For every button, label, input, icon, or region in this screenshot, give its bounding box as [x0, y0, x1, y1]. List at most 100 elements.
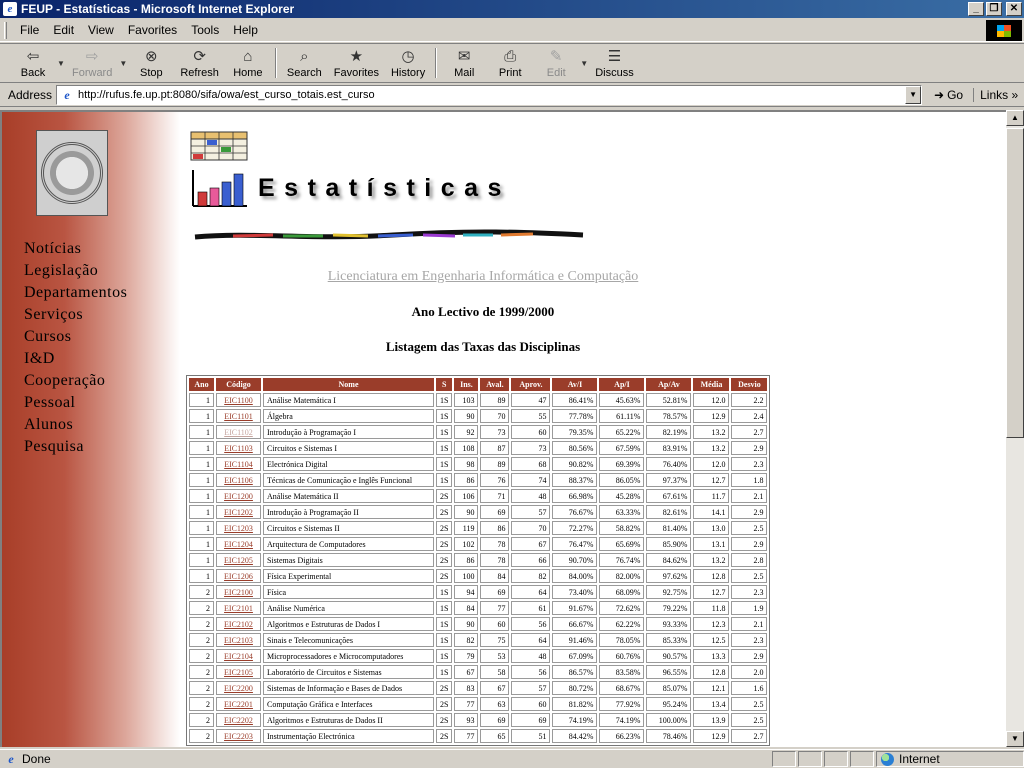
- nav-alunos[interactable]: Alunos: [24, 414, 127, 436]
- nav-noticias[interactable]: Notícias: [24, 238, 127, 260]
- table-cell: 14.1: [693, 505, 730, 519]
- mail-button[interactable]: ✉ Mail: [441, 44, 487, 82]
- go-button[interactable]: ➜ Go: [928, 88, 969, 102]
- table-row: 2 EIC2101 Análise Numérica 1S 84 77 61 91.67% 72…: [189, 601, 768, 615]
- back-button[interactable]: ⇦ Back: [10, 44, 56, 82]
- nav-cooperacao[interactable]: Cooperação: [24, 370, 127, 392]
- menu-view[interactable]: View: [81, 21, 121, 39]
- course-code-link[interactable]: EIC1102: [224, 428, 253, 437]
- course-link[interactable]: Licenciatura em Engenharia Informática e…: [185, 269, 781, 285]
- scroll-thumb[interactable]: [1006, 128, 1024, 438]
- table-cell: 98: [454, 457, 479, 471]
- forward-button[interactable]: ⇨ Forward: [66, 44, 118, 82]
- course-code-link[interactable]: EIC2202: [224, 716, 253, 725]
- history-button[interactable]: ◷ History: [385, 44, 431, 82]
- course-code-link[interactable]: EIC1104: [224, 460, 253, 469]
- course-code-link[interactable]: EIC1101: [224, 412, 253, 421]
- nav-cursos[interactable]: Cursos: [24, 326, 127, 348]
- table-cell: 2.5: [731, 521, 768, 535]
- course-code-link[interactable]: EIC1106: [224, 476, 253, 485]
- table-cell: 87: [480, 441, 510, 455]
- menu-file[interactable]: File: [13, 21, 46, 39]
- table-cell: EIC1202: [216, 505, 261, 519]
- nav-legislacao[interactable]: Legislação: [24, 260, 127, 282]
- nav-servicos[interactable]: Serviços: [24, 304, 127, 326]
- table-cell: 45.28%: [599, 489, 645, 503]
- course-code-link[interactable]: EIC1205: [224, 556, 253, 565]
- table-cell: 1: [189, 537, 214, 551]
- table-cell: 11.8: [693, 601, 730, 615]
- course-code-link[interactable]: EIC2100: [224, 588, 253, 597]
- table-cell: 74.19%: [552, 713, 598, 727]
- table-cell: Técnicas de Comunicação e Inglês Funcion…: [263, 473, 434, 487]
- menu-tools[interactable]: Tools: [184, 21, 226, 39]
- table-cell: 1: [189, 569, 214, 583]
- col-aval: Aval.: [480, 378, 510, 391]
- favorites-button[interactable]: ★ Favorites: [328, 44, 385, 82]
- search-button[interactable]: ⌕ Search: [281, 44, 328, 82]
- table-cell: 89: [480, 393, 510, 407]
- course-code-link[interactable]: EIC1204: [224, 540, 253, 549]
- table-cell: 2: [189, 681, 214, 695]
- table-cell: 12.9: [693, 409, 730, 423]
- nav-pessoal[interactable]: Pessoal: [24, 392, 127, 414]
- stop-button[interactable]: ⊗ Stop: [128, 44, 174, 82]
- table-cell: EIC2104: [216, 649, 261, 663]
- nav-departamentos[interactable]: Departamentos: [24, 282, 127, 304]
- edit-button[interactable]: ✎ Edit: [533, 44, 579, 82]
- menu-favorites[interactable]: Favorites: [121, 21, 184, 39]
- table-row: 2 EIC2203 Instrumentação Electrónica 2S 77 65…: [189, 729, 768, 743]
- toolbar-separator: [435, 48, 438, 78]
- maximize-button[interactable]: ❐: [986, 2, 1002, 16]
- table-cell: 67.61%: [646, 489, 692, 503]
- scroll-up-icon[interactable]: ▲: [1006, 110, 1024, 126]
- refresh-button[interactable]: ⟳ Refresh: [174, 44, 225, 82]
- course-code-link[interactable]: EIC1100: [224, 396, 253, 405]
- course-code-link[interactable]: EIC2104: [224, 652, 253, 661]
- nav-pesquisa[interactable]: Pesquisa: [24, 436, 127, 458]
- close-button[interactable]: ✕: [1006, 2, 1022, 16]
- minimize-button[interactable]: _: [968, 2, 984, 16]
- address-dropdown-icon[interactable]: ▼: [905, 86, 922, 104]
- course-code-link[interactable]: EIC2200: [224, 684, 253, 693]
- scroll-down-icon[interactable]: ▼: [1006, 731, 1024, 747]
- back-dropdown-icon[interactable]: ▼: [56, 44, 66, 82]
- internet-globe-icon: [881, 752, 894, 766]
- menu-edit[interactable]: Edit: [46, 21, 81, 39]
- links-button[interactable]: Links »: [973, 88, 1018, 102]
- table-cell: 108: [454, 441, 479, 455]
- table-cell: 69: [480, 713, 510, 727]
- course-code-link[interactable]: EIC2102: [224, 620, 253, 629]
- course-code-link[interactable]: EIC1206: [224, 572, 253, 581]
- address-url[interactable]: http://rufus.fe.up.pt:8080/sifa/owa/est_…: [78, 89, 375, 101]
- discuss-button[interactable]: ☰ Discuss: [589, 44, 640, 82]
- edit-dropdown-icon[interactable]: ▼: [579, 44, 589, 82]
- status-pane: [772, 751, 796, 767]
- table-cell: 2.9: [731, 649, 768, 663]
- vertical-scrollbar[interactable]: ▲ ▼: [1006, 110, 1024, 747]
- course-code-link[interactable]: EIC1103: [224, 444, 253, 453]
- course-code-link[interactable]: EIC2105: [224, 668, 253, 677]
- address-input[interactable]: e http://rufus.fe.up.pt:8080/sifa/owa/es…: [56, 85, 923, 105]
- nav-id[interactable]: I&D: [24, 348, 127, 370]
- table-row: 2 EIC2200 Sistemas de Informação e Bases d…: [189, 681, 768, 695]
- course-code-link[interactable]: EIC1203: [224, 524, 253, 533]
- edit-icon: ✎: [549, 48, 563, 65]
- table-cell: 53: [480, 649, 510, 663]
- col-s: S: [436, 378, 453, 391]
- table-cell: 82.19%: [646, 425, 692, 439]
- menu-help[interactable]: Help: [226, 21, 265, 39]
- course-code-link[interactable]: EIC2101: [224, 604, 253, 613]
- table-cell: 1: [189, 505, 214, 519]
- forward-dropdown-icon[interactable]: ▼: [118, 44, 128, 82]
- course-code-link[interactable]: EIC2103: [224, 636, 253, 645]
- table-cell: 83.58%: [599, 665, 645, 679]
- course-code-link[interactable]: EIC2201: [224, 700, 253, 709]
- course-code-link[interactable]: EIC2203: [224, 732, 253, 741]
- course-code-link[interactable]: EIC1202: [224, 508, 253, 517]
- table-cell: EIC2100: [216, 585, 261, 599]
- home-button[interactable]: ⌂ Home: [225, 44, 271, 82]
- course-code-link[interactable]: EIC1200: [224, 492, 253, 501]
- print-button[interactable]: ⎙ Print: [487, 44, 533, 82]
- table-cell: 86.57%: [552, 665, 598, 679]
